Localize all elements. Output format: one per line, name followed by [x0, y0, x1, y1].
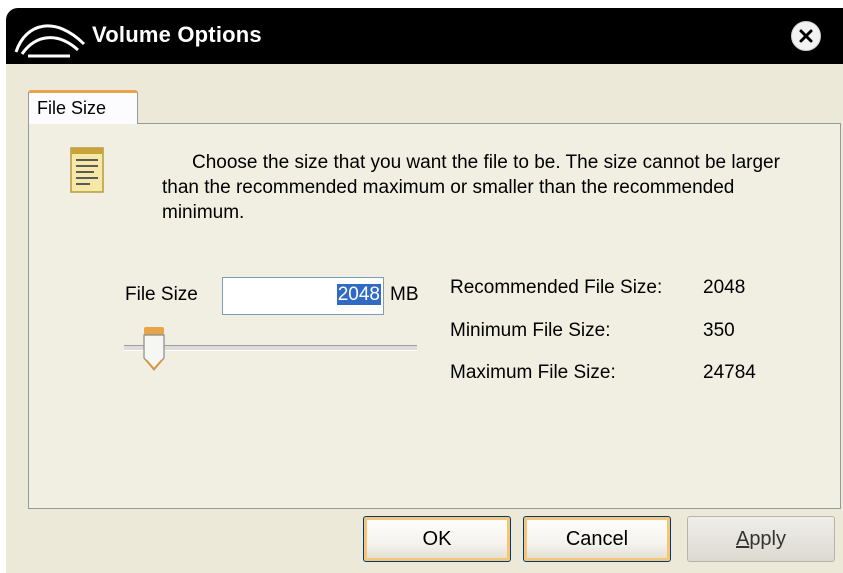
slider-thumb-icon[interactable] [143, 326, 165, 372]
app-logo-icon [12, 14, 88, 58]
recommended-size-value: 2048 [703, 277, 746, 298]
title-bar[interactable]: Volume Options [6, 8, 843, 64]
description-text: Choose the size that you want the file t… [162, 152, 780, 223]
maximum-size-label: Maximum File Size: [450, 362, 616, 383]
tab-file-size[interactable]: File Size [28, 90, 138, 124]
apply-accelerator: A [735, 528, 750, 550]
ok-button[interactable]: OK [363, 516, 511, 562]
apply-label-rest: pply [749, 528, 787, 550]
close-button[interactable] [791, 21, 821, 51]
volume-options-dialog: Volume Options File Size Choose the size… [6, 8, 843, 573]
minimum-size-value: 350 [703, 320, 735, 341]
file-size-panel: Choose the size that you want the file t… [28, 123, 841, 509]
minimum-size-label: Minimum File Size: [450, 320, 611, 341]
maximum-size-value: 24784 [703, 362, 756, 383]
window-title: Volume Options [92, 22, 262, 47]
document-icon [70, 147, 104, 193]
file-size-input[interactable]: 2048 [222, 277, 384, 315]
apply-button[interactable]: Apply [687, 516, 835, 562]
file-size-value: 2048 [336, 284, 381, 305]
recommended-size-label: Recommended File Size: [450, 277, 663, 298]
file-size-label: File Size [125, 284, 198, 305]
tab-label: File Size [37, 98, 107, 118]
file-size-slider-track[interactable] [124, 345, 417, 351]
cancel-button[interactable]: Cancel [523, 516, 671, 562]
close-icon [799, 29, 813, 43]
unit-label: MB [390, 284, 419, 305]
